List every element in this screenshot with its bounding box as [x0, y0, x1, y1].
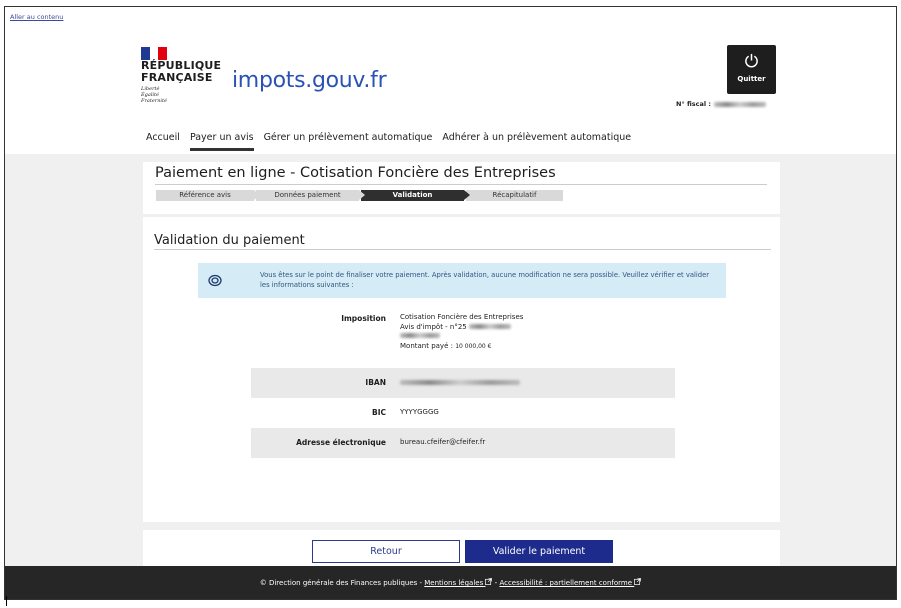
section-divider: [154, 249, 771, 250]
payment-header-card: Paiement en ligne - Cotisation Foncière …: [143, 162, 780, 214]
page-title: Paiement en ligne - Cotisation Foncière …: [155, 165, 556, 181]
fiscal-number-redacted: [713, 101, 766, 107]
step-recapitulatif: Récapitulatif: [466, 190, 563, 201]
info-text: Vous êtes sur le point de finaliser votr…: [260, 271, 710, 289]
republique-francaise-title: RÉPUBLIQUE FRANÇAISE: [141, 60, 221, 83]
row-email: Adresse électronique bureau.cfeifer@cfei…: [251, 428, 675, 458]
step-reference-avis: Référence avis: [156, 190, 260, 201]
accessibility-label: Accessibilité : partiellement conforme: [499, 579, 633, 587]
eye-icon: [208, 274, 222, 287]
rf-line-2: FRANÇAISE: [141, 70, 213, 84]
bic-value: YYYYGGGG: [400, 408, 439, 416]
info-alert: Vous êtes sur le point de finaliser votr…: [198, 263, 726, 298]
montant: Montant payé : 10 000,00 €: [400, 342, 523, 352]
progress-steps: Référence avis Données paiement Validati…: [156, 190, 565, 201]
text-cursor: [6, 596, 7, 606]
power-icon: [745, 53, 758, 68]
quit-label: Quitter: [737, 75, 766, 83]
nav-gerer-prelevement[interactable]: Gérer un prélèvement automatique: [259, 129, 438, 151]
motto-fraternite: Fraternité: [141, 98, 167, 104]
title-divider: [155, 184, 767, 185]
imposition-label: Imposition: [341, 314, 386, 323]
row-iban: IBAN: [251, 368, 675, 398]
avis-redacted: [469, 323, 511, 329]
avis-ref-redacted-line: [400, 332, 523, 342]
quit-button[interactable]: Quitter: [727, 45, 776, 94]
section-title: Validation du paiement: [154, 233, 305, 248]
nav-payer-un-avis[interactable]: Payer un avis: [185, 129, 259, 151]
nav-accueil[interactable]: Accueil: [141, 129, 185, 151]
imposition-type: Cotisation Foncière des Entreprises: [400, 313, 524, 321]
site-header: Aller au contenu RÉPUBLIQUE FRANÇAISE Li…: [5, 7, 896, 154]
avis-label: Avis d'impôt - n°25: [400, 322, 467, 331]
bic-label: BIC: [371, 408, 386, 417]
email-value: bureau.cfeifer@cfeifer.fr: [400, 438, 486, 446]
legal-notice-link[interactable]: Mentions légales: [424, 578, 493, 587]
browser-page: Aller au contenu RÉPUBLIQUE FRANÇAISE Li…: [4, 6, 897, 600]
rf-line-1: RÉPUBLIQUE: [141, 59, 222, 72]
validate-payment-button[interactable]: Valider le paiement: [465, 540, 613, 563]
legal-notice-label: Mentions légales: [424, 579, 484, 587]
impots-gouv-logo[interactable]: impots.gouv.fr: [232, 68, 387, 93]
row-bic: BIC YYYYGGGG: [251, 398, 675, 428]
iban-label: IBAN: [365, 378, 386, 387]
nav-adherer-prelevement[interactable]: Adhérer à un prélèvement automatique: [437, 129, 636, 151]
fiscal-number: N° fiscal :: [676, 100, 766, 108]
fiscal-label: N° fiscal :: [676, 100, 711, 108]
row-imposition: Imposition Cotisation Foncière des Entre…: [251, 303, 675, 365]
footer-copyright: © Direction générale des Finances publiq…: [259, 579, 425, 587]
external-link-icon: [634, 578, 642, 585]
republique-motto: Liberté Égalité Fraternité: [141, 86, 167, 104]
email-label: Adresse électronique: [296, 438, 386, 447]
montant-label: Montant payé :: [400, 341, 456, 350]
accessibility-link[interactable]: Accessibilité : partiellement conforme: [499, 578, 642, 587]
back-button[interactable]: Retour: [312, 540, 460, 563]
avis-number: Avis d'impôt - n°25: [400, 323, 523, 333]
validation-card: Validation du paiement Vous êtes sur le …: [143, 217, 780, 522]
payment-summary: Imposition Cotisation Foncière des Entre…: [251, 303, 675, 458]
republique-flag-logo: [141, 45, 167, 60]
step-validation: Validation: [361, 190, 470, 201]
imposition-value: Cotisation Foncière des Entreprises Avis…: [400, 313, 523, 351]
iban-value: [400, 379, 520, 389]
iban-redacted: [400, 380, 520, 385]
montant-value: 10 000,00 €: [455, 342, 492, 350]
step-donnees-paiement: Données paiement: [256, 190, 365, 201]
main-nav: Accueil Payer un avis Gérer un prélèveme…: [141, 129, 636, 151]
skip-to-content-link[interactable]: Aller au contenu: [10, 13, 63, 21]
site-footer: © Direction générale des Finances publiq…: [5, 566, 896, 599]
avis-ref-redacted: [400, 333, 440, 338]
